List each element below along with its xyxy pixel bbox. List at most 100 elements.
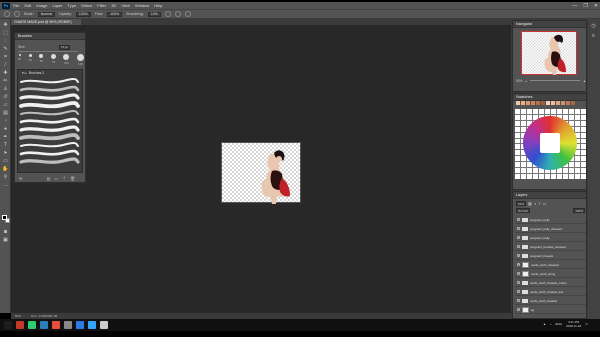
swatch-cell[interactable] bbox=[575, 126, 580, 132]
swatch-cell[interactable] bbox=[569, 109, 574, 114]
recent-color-swatch[interactable] bbox=[516, 101, 520, 105]
brush-tip[interactable]: 30 bbox=[18, 54, 21, 61]
swatch-cell[interactable] bbox=[533, 168, 538, 174]
taskbar-clock[interactable]: 4:21 PM 2018-11-18 bbox=[566, 320, 581, 328]
status-zoom[interactable]: 50% bbox=[15, 314, 21, 318]
swatch-cell[interactable] bbox=[557, 174, 562, 179]
brush-size-field[interactable]: 73 px bbox=[58, 44, 70, 50]
blend-mode-select[interactable]: Normal bbox=[516, 208, 530, 213]
swatch-cell[interactable] bbox=[575, 174, 580, 179]
swatch-cell[interactable] bbox=[533, 174, 538, 179]
brush-tool-icon[interactable] bbox=[4, 11, 10, 17]
quick-select-tool-icon[interactable]: ✎ bbox=[2, 46, 9, 52]
notifications-icon[interactable]: ▭ bbox=[585, 322, 588, 326]
swatch-cell[interactable] bbox=[575, 162, 580, 168]
brush-tip[interactable]: 100 bbox=[63, 54, 70, 65]
swatch-cell[interactable] bbox=[515, 168, 520, 174]
swatch-cell[interactable] bbox=[515, 150, 520, 156]
swatch-cell[interactable] bbox=[581, 114, 586, 120]
pressure-icon[interactable] bbox=[174, 11, 181, 17]
swatch-cell[interactable] bbox=[515, 174, 520, 179]
menu-3d[interactable]: 3D bbox=[111, 3, 116, 8]
swatch-cell[interactable] bbox=[551, 174, 556, 179]
menu-view[interactable]: View bbox=[121, 3, 130, 8]
recent-color-swatch[interactable] bbox=[521, 101, 525, 105]
visibility-eye-icon[interactable] bbox=[517, 272, 520, 275]
visibility-eye-icon[interactable] bbox=[517, 254, 520, 257]
layer-row[interactable]: pregnant_breasts_dressed bbox=[515, 243, 586, 251]
brush-preset-picker-icon[interactable] bbox=[14, 11, 20, 17]
recent-color-swatch[interactable] bbox=[526, 101, 530, 105]
menu-image[interactable]: Image bbox=[36, 3, 47, 8]
path-select-tool-icon[interactable]: ➤ bbox=[2, 150, 9, 156]
eraser-tool-icon[interactable]: ▱ bbox=[2, 102, 9, 108]
history-brush-tool-icon[interactable]: ↺ bbox=[2, 94, 9, 100]
swatch-cell[interactable] bbox=[581, 144, 586, 150]
close-button[interactable]: ✕ bbox=[594, 3, 598, 9]
navigator-thumbnail[interactable] bbox=[521, 31, 577, 75]
crop-tool-icon[interactable]: ⌗ bbox=[2, 54, 9, 60]
status-doc-info[interactable]: Doc: 4.20M/266.4M bbox=[31, 314, 57, 318]
recent-color-swatch[interactable] bbox=[566, 101, 570, 105]
brush-tip[interactable]: 60 bbox=[39, 54, 44, 63]
app-icon[interactable] bbox=[100, 321, 108, 329]
visibility-eye-icon[interactable] bbox=[517, 299, 520, 302]
blur-tool-icon[interactable]: ◔ bbox=[2, 118, 9, 124]
filter-type-icon[interactable]: T bbox=[538, 201, 540, 206]
swatch-cell[interactable] bbox=[515, 162, 520, 168]
brush-list[interactable]: ▾▭ Brushes 2 bbox=[17, 69, 83, 173]
menu-layer[interactable]: Layer bbox=[52, 3, 62, 8]
brush-stroke-preview[interactable] bbox=[19, 149, 80, 156]
recent-color-swatch[interactable] bbox=[536, 101, 540, 105]
app-icon[interactable] bbox=[28, 321, 36, 329]
flow-field[interactable]: 100% bbox=[107, 11, 123, 17]
pen-tool-icon[interactable]: ✒ bbox=[2, 134, 9, 140]
swatch-cell[interactable] bbox=[521, 156, 526, 162]
quick-mask-icon[interactable]: ◙ bbox=[2, 229, 9, 235]
swatch-cell[interactable] bbox=[521, 109, 526, 114]
properties-panel-icon[interactable]: ≡ bbox=[590, 33, 597, 39]
maximize-button[interactable]: ❐ bbox=[583, 3, 587, 9]
document-canvas[interactable] bbox=[221, 142, 301, 204]
recent-color-swatch[interactable] bbox=[551, 101, 555, 105]
app-icon[interactable] bbox=[64, 321, 72, 329]
layer-opacity-field[interactable]: 100% bbox=[573, 208, 585, 213]
swatch-cell[interactable] bbox=[515, 138, 520, 144]
recent-color-swatch[interactable] bbox=[571, 101, 575, 105]
visibility-eye-icon[interactable] bbox=[517, 281, 520, 284]
settings-gear-icon[interactable] bbox=[164, 11, 171, 17]
swatch-cell[interactable] bbox=[515, 144, 520, 150]
swatch-cell[interactable] bbox=[557, 109, 562, 114]
swatch-cell[interactable] bbox=[515, 114, 520, 120]
swatch-cell[interactable] bbox=[581, 120, 586, 126]
swatch-cell[interactable] bbox=[533, 109, 538, 114]
recent-color-swatch[interactable] bbox=[541, 101, 545, 105]
type-tool-icon[interactable]: T bbox=[2, 142, 9, 148]
visibility-eye-icon[interactable] bbox=[517, 227, 520, 230]
swatch-cell[interactable] bbox=[581, 156, 586, 162]
shape-tool-icon[interactable]: ▭ bbox=[2, 158, 9, 164]
swatch-cell[interactable] bbox=[527, 174, 532, 179]
swatch-cell[interactable] bbox=[569, 174, 574, 179]
swatch-cell[interactable] bbox=[557, 168, 562, 174]
filter-shape-icon[interactable]: ▭ bbox=[543, 201, 547, 206]
swatch-cell[interactable] bbox=[515, 120, 520, 126]
hand-tool-icon[interactable]: ✋ bbox=[2, 166, 9, 172]
stamp-tool-icon[interactable]: ♙ bbox=[2, 86, 9, 92]
brush-stroke-preview[interactable] bbox=[19, 93, 80, 100]
swatch-cell[interactable] bbox=[581, 109, 586, 114]
dodge-tool-icon[interactable]: ● bbox=[2, 126, 9, 132]
minimize-button[interactable]: — bbox=[572, 3, 577, 9]
zoom-in-icon[interactable]: ▲ bbox=[583, 79, 586, 83]
app-icon[interactable] bbox=[52, 321, 60, 329]
layer-row[interactable]: nerds_cloth_breasts_line bbox=[515, 288, 586, 296]
layer-row[interactable]: bg bbox=[515, 306, 586, 314]
swatch-cell[interactable] bbox=[581, 126, 586, 132]
eyedropper-tool-icon[interactable]: ⁄ bbox=[2, 62, 9, 68]
visibility-eye-icon[interactable] bbox=[517, 245, 520, 248]
layer-row[interactable]: pregnant_belly bbox=[515, 216, 586, 224]
recent-color-swatch[interactable] bbox=[561, 101, 565, 105]
brush-tip[interactable]: 125 bbox=[76, 54, 84, 66]
swatch-cell[interactable] bbox=[527, 168, 532, 174]
layer-row[interactable]: nerds_cloth_lining bbox=[515, 270, 586, 278]
